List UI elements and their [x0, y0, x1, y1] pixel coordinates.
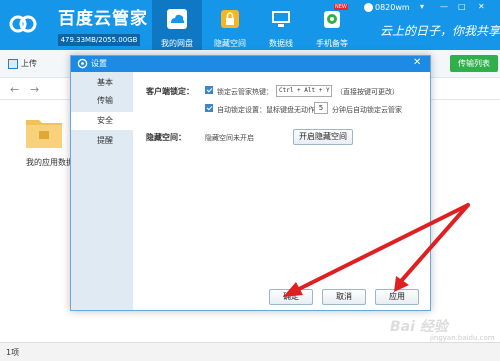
- arrow-head-ok-icon: [283, 282, 303, 297]
- annotation-arrows: [283, 203, 470, 297]
- arrow-to-apply-icon: [400, 203, 470, 282]
- arrow-to-ok-icon: [295, 203, 470, 292]
